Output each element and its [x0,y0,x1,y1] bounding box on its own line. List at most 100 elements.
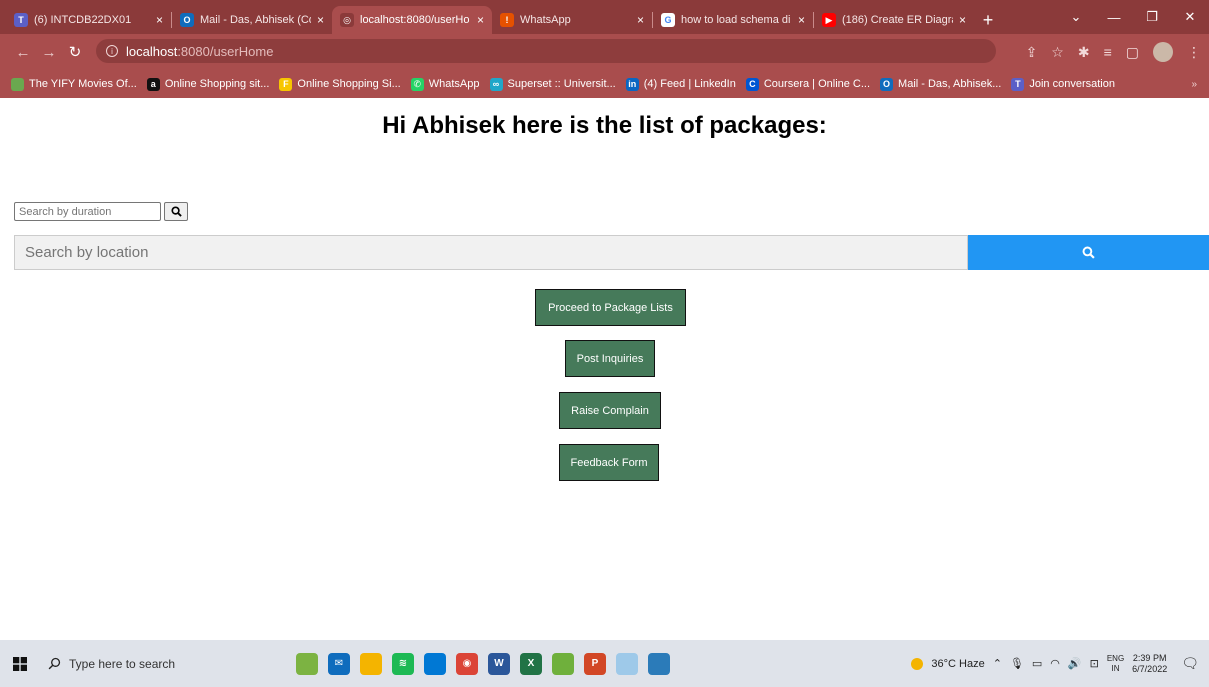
close-icon[interactable]: × [156,13,163,27]
bookmark-2[interactable]: F Online Shopping Si... [274,77,405,91]
bookmark-8[interactable]: T Join conversation [1006,77,1120,91]
start-button[interactable] [0,640,40,687]
back-icon[interactable]: ← [12,44,34,61]
browser-tab-bar: T (6) INTCDB22DX01 × O Mail - Das, Abhisek (… [0,0,1209,34]
windows-taskbar: Type here to search ✉ ≋ ◉ W X P 36°C Haze ⌃ 🎙… [0,640,1209,687]
battery-icon[interactable]: ▭ [1032,657,1042,670]
post-inquiries-button[interactable]: Post Inquiries [565,340,655,377]
tab-2[interactable]: ◎ localhost:8080/userHo × [332,6,492,34]
clock[interactable]: 2:39 PM 6/7/2022 [1132,653,1167,675]
language-region: IN [1111,663,1120,673]
bookmark-5[interactable]: in (4) Feed | LinkedIn [621,77,741,91]
bookmark-3[interactable]: ✆ WhatsApp [406,77,485,91]
duration-search-button[interactable] [164,202,188,221]
tab-label: how to load schema di [681,14,791,26]
file-explorer-icon[interactable] [360,652,382,675]
tab-strip: T (6) INTCDB22DX01 × O Mail - Das, Abhisek (… [6,6,974,34]
clock-date: 6/7/2022 [1132,663,1168,674]
more-bookmarks-icon[interactable]: » [1191,79,1197,90]
duration-search-input[interactable] [14,202,161,221]
chrome-icon[interactable]: ◉ [456,652,478,675]
bookmark-label: Join conversation [1029,78,1115,90]
bookmark-list: The YIFY Movies Of... a Online Shopping si… [6,77,1120,91]
address-bar[interactable]: i localhost:8080/userHome [96,39,996,63]
weather-icon[interactable] [911,657,924,670]
bookmark-star-icon[interactable]: ☆ [1051,44,1064,61]
eclipse-icon[interactable] [552,652,574,675]
paint-icon[interactable] [616,652,638,675]
ime-icon[interactable]: ⊡ [1090,657,1099,670]
store-icon[interactable] [424,652,446,675]
close-icon[interactable]: × [798,13,805,27]
wifi-icon[interactable]: ◠ [1050,657,1060,670]
flipkart-icon: F [279,77,293,91]
tab-0[interactable]: T (6) INTCDB22DX01 × [6,6,171,34]
bookmark-1[interactable]: a Online Shopping sit... [142,77,275,91]
menu-kebab-icon[interactable]: ⋮ [1187,44,1201,61]
tab-search-icon[interactable]: ⌄ [1057,0,1095,34]
yify-icon [11,77,24,91]
close-icon[interactable]: × [317,13,324,27]
search-icon [1082,246,1095,259]
whatsapp-icon: ! [500,13,514,27]
volume-icon[interactable]: 🔊 [1068,657,1082,670]
coursera-icon: C [745,77,759,91]
bookmark-0[interactable]: The YIFY Movies Of... [6,77,142,91]
tab-4[interactable]: Ghow to load schema di × [653,6,813,34]
tab-5[interactable]: ▶ (186) Create ER Diagra × [814,6,974,34]
location-search-input[interactable] [14,235,968,270]
close-icon[interactable]: × [637,13,644,27]
reload-icon[interactable]: ↻ [64,43,86,61]
bookmark-label: Coursera | Online C... [763,78,871,90]
tab-1[interactable]: O Mail - Das, Abhisek (Co × [172,6,332,34]
location-search-button[interactable] [968,235,1209,270]
extensions-icon[interactable]: ✱ [1078,44,1090,61]
microphone-icon[interactable]: 🎙 [1010,657,1024,670]
restore-icon[interactable]: ❐ [1133,0,1171,34]
close-icon[interactable]: × [959,13,966,27]
raise-complain-button[interactable]: Raise Complain [559,392,661,429]
address-path: :8080/userHome [177,43,274,59]
proceed-to-package-lists-button[interactable]: Proceed to Package Lists [535,289,686,326]
notifications-icon[interactable]: 🗨 [1181,655,1199,672]
spotify-icon[interactable]: ≋ [392,652,414,675]
tab-label: WhatsApp [520,14,571,26]
language-indicator[interactable]: ENG IN [1107,654,1124,674]
window-controls: ⌄ — ❐ ✕ [1057,0,1209,34]
reading-list-icon[interactable]: ≡ [1104,44,1112,60]
close-icon[interactable]: × [477,13,484,27]
weather-text[interactable]: 36°C Haze [931,658,984,670]
close-window-icon[interactable]: ✕ [1171,0,1209,34]
forward-icon[interactable]: → [38,44,60,61]
bookmark-label: (4) Feed | LinkedIn [643,78,736,90]
minimize-icon[interactable]: — [1095,0,1133,34]
excel-icon[interactable]: X [520,652,542,675]
widgets-icon[interactable] [296,652,318,675]
vscode-icon[interactable] [648,652,670,675]
tab-3[interactable]: ! WhatsApp × [492,6,652,34]
tab-label: (186) Create ER Diagra [842,14,953,26]
search-icon [48,657,61,670]
bookmark-4[interactable]: ∞ Superset :: Universit... [485,77,621,91]
bookmark-6[interactable]: C Coursera | Online C... [741,77,875,91]
chevron-up-icon[interactable]: ⌃ [993,657,1002,670]
powerpoint-icon[interactable]: P [584,652,606,675]
linkedin-icon: in [625,77,639,91]
profile-avatar[interactable] [1153,42,1173,62]
bookmark-label: WhatsApp [428,78,480,90]
bookmark-7[interactable]: O Mail - Das, Abhisek... [875,77,1006,91]
bookmark-label: The YIFY Movies Of... [29,78,137,90]
mail-app-icon[interactable]: ✉ [328,652,350,675]
side-panel-icon[interactable]: ▢ [1126,44,1139,61]
word-icon[interactable]: W [488,652,510,675]
taskbar-search-box[interactable]: Type here to search [40,640,250,687]
browser-toolbar: ← → ↻ i localhost:8080/userHome ⇪ ☆ ✱ ≡ … [0,34,1209,70]
tab-label: Mail - Das, Abhisek (Co [200,14,311,26]
new-tab-button[interactable]: + [974,6,1002,34]
pinned-apps: ✉ ≋ ◉ W X P [296,652,670,675]
bookmark-label: Mail - Das, Abhisek... [898,78,1002,90]
toolbar-actions: ⇪ ☆ ✱ ≡ ▢ ⋮ [1026,42,1201,62]
feedback-form-button[interactable]: Feedback Form [559,444,659,481]
share-icon[interactable]: ⇪ [1026,44,1038,61]
site-info-icon[interactable]: i [106,45,118,57]
